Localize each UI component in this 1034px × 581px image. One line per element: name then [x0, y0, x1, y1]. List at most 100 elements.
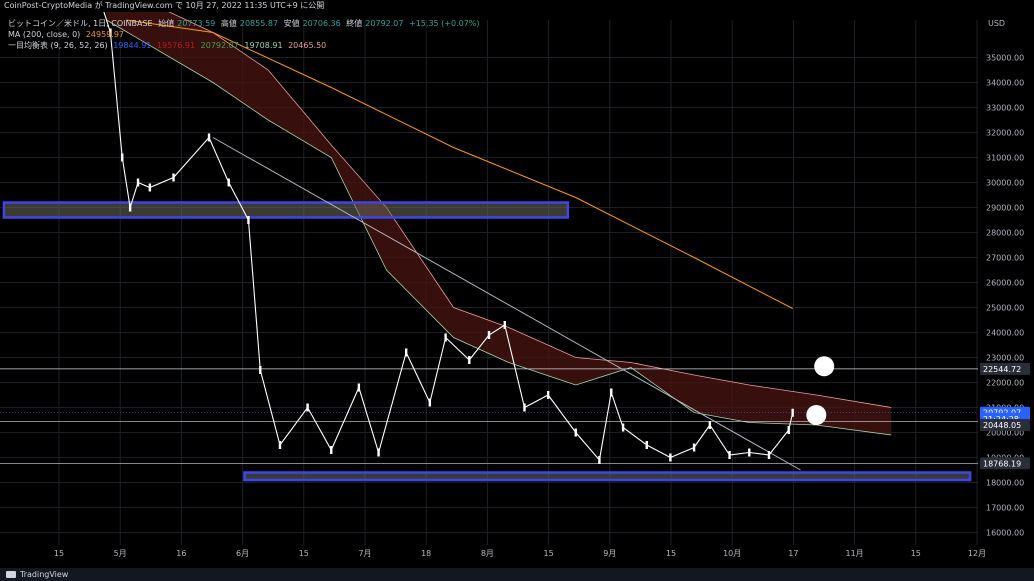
price-candle — [428, 398, 432, 407]
price-candle — [692, 443, 696, 452]
symbol-label: ビットコイン／米ドル, 1日, COINBASE — [8, 19, 153, 28]
price-candle — [306, 403, 309, 412]
footer-brand: TradingView — [20, 570, 69, 579]
price-candle — [708, 421, 712, 429]
y-tick-label: 35000.00 — [986, 54, 1024, 63]
price-candle — [404, 348, 408, 357]
annotation-circle — [814, 356, 835, 377]
ichimoku-span-b: 20465.50 — [288, 41, 327, 50]
price-candle — [767, 451, 771, 459]
price-candle — [259, 366, 262, 374]
x-tick-label: 15 — [544, 549, 554, 558]
y-tick-label: 18000.00 — [986, 479, 1024, 488]
y-tick-label: 27000.00 — [986, 254, 1024, 263]
legend-symbol-row: ビットコイン／米ドル, 1日, COINBASE 始値 20773.59 高値 20… — [8, 18, 483, 29]
high-label: 高値 — [220, 19, 237, 28]
price-candle — [121, 153, 124, 162]
y-tick-label: 33000.00 — [986, 104, 1024, 113]
price-candle — [791, 408, 794, 417]
tradingview-logo-icon — [6, 571, 16, 578]
y-tick-label: 22000.00 — [986, 379, 1024, 388]
price-candle — [487, 331, 491, 339]
price-candle — [468, 356, 471, 364]
x-tick-label: 18 — [421, 549, 431, 558]
ichimoku-chikou: 20792.07 — [200, 41, 239, 50]
price-label: 20448.05 — [983, 421, 1021, 430]
y-tick-label: 34000.00 — [986, 79, 1024, 88]
attribution-bar: CoinPost-CryptoMedia が TradingView.com で… — [0, 0, 1034, 12]
legend-ma-row: MA (200, close, 0) 24959.97 — [8, 29, 483, 40]
ichimoku-tenkan: 19844.91 — [113, 41, 152, 50]
x-tick-label: 7月 — [358, 549, 371, 558]
y-tick-label: 17000.00 — [986, 504, 1024, 513]
low-value: 20706.36 — [302, 19, 341, 28]
price-candle — [247, 216, 250, 224]
price-candle — [748, 448, 751, 457]
x-tick-label: 9月 — [603, 549, 616, 558]
ichimoku-span-a: 19708.91 — [244, 41, 283, 50]
price-candle — [357, 383, 361, 392]
ichimoku-label: 一目均衡表 (9, 26, 52, 26) — [8, 41, 108, 50]
x-tick-label: 11月 — [846, 549, 864, 558]
x-tick-label: 16 — [176, 549, 186, 558]
x-tick-label: 8月 — [481, 549, 494, 558]
price-candle — [136, 178, 140, 187]
annotation-circle — [806, 405, 827, 425]
change-value: +15.35 (+0.07%) — [409, 19, 480, 28]
price-label: 22544.72 — [983, 365, 1021, 374]
x-tick-label: 5月 — [114, 549, 127, 558]
close-label: 終値 — [346, 19, 363, 28]
footer-bar: TradingView — [0, 568, 1034, 581]
price-candle — [330, 446, 333, 454]
price-candle — [598, 456, 601, 464]
open-value: 20773.59 — [177, 19, 216, 28]
attribution-text: CoinPost-CryptoMedia が TradingView.com で… — [4, 1, 325, 10]
price-candle — [227, 178, 230, 187]
y-tick-label: 32000.00 — [986, 129, 1024, 138]
y-tick-label: 24000.00 — [986, 329, 1024, 338]
open-label: 始値 — [158, 19, 175, 28]
y-tick-label: 26000.00 — [986, 279, 1024, 288]
zone-rect — [243, 471, 972, 482]
price-candle — [148, 183, 152, 192]
x-tick-label: 6月 — [236, 549, 249, 558]
high-value: 20855.87 — [239, 19, 279, 28]
x-tick-label: 15 — [54, 549, 64, 558]
legend-ichimoku-row: 一目均衡表 (9, 26, 52, 26) 19844.91 19576.91 … — [8, 40, 483, 51]
price-candle — [574, 428, 577, 437]
y-tick-label: 16000.00 — [986, 529, 1024, 538]
price-candle — [207, 133, 211, 142]
ma-value: 24959.97 — [85, 30, 125, 39]
price-candle — [621, 423, 625, 432]
price-candle — [523, 403, 526, 412]
y-tick-label: 23000.00 — [986, 354, 1024, 363]
low-label: 安値 — [283, 19, 300, 28]
y-tick-label: 28000.00 — [986, 229, 1024, 238]
price-candle — [172, 173, 175, 182]
close-value: 20792.07 — [365, 19, 404, 28]
price-candle — [610, 388, 613, 397]
x-tick-label: 15 — [666, 549, 676, 558]
price-candle — [546, 391, 550, 399]
y-tick-label: 30000.00 — [986, 179, 1024, 188]
x-tick-label: 15 — [911, 549, 921, 558]
chart-legend: ビットコイン／米ドル, 1日, COINBASE 始値 20773.59 高値 20… — [8, 18, 483, 51]
x-tick-label: 10月 — [723, 549, 741, 558]
ma-label: MA (200, close, 0) — [8, 30, 81, 39]
price-label: 18768.19 — [983, 459, 1021, 468]
price-chart[interactable]: USD 35000.00 34000.00 33000.00 32000.00 3100… — [0, 12, 1034, 568]
price-candle — [377, 448, 380, 457]
price-candle — [645, 441, 648, 449]
x-tick-label: 15 — [299, 549, 309, 558]
y-tick-label: 25000.00 — [986, 304, 1024, 313]
price-candle — [128, 203, 132, 212]
price-candle — [278, 441, 282, 449]
y-tick-label: 29000.00 — [986, 204, 1024, 213]
x-tick-label: 17 — [788, 549, 798, 558]
price-candle — [787, 426, 790, 434]
ichimoku-kijun: 19576.91 — [156, 41, 196, 50]
price-candle — [728, 451, 731, 459]
price-candle — [444, 333, 447, 342]
y-tick-label: 31000.00 — [986, 154, 1024, 163]
zone-rect — [2, 201, 570, 219]
